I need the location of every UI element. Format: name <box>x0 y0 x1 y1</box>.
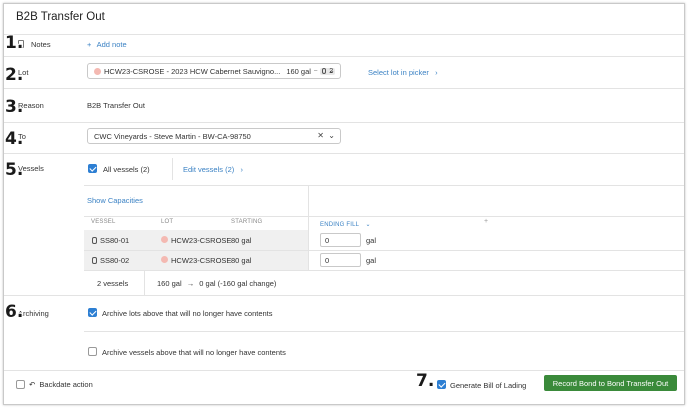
divider <box>172 158 173 180</box>
sort-icon: ⌄ <box>365 222 371 228</box>
to-select-value: CWC Vineyards - Steve Martin - BW-CA-987… <box>94 131 251 141</box>
lot-color-dot <box>161 256 168 263</box>
clear-icon[interactable]: ✕ <box>317 131 324 140</box>
step-marker: 3. <box>5 97 24 117</box>
divider <box>4 122 684 123</box>
chevron-down-icon[interactable]: ⌄ <box>328 131 335 140</box>
to-select[interactable]: CWC Vineyards - Steve Martin - BW-CA-987… <box>87 128 341 144</box>
divider <box>4 88 684 89</box>
show-capacities-link[interactable]: Show Capacities <box>87 196 143 205</box>
dialog-title: B2B Transfer Out <box>16 11 105 23</box>
table-row: SS80-01 HCW23-CSROSE 80 gal 0 gal <box>84 230 684 250</box>
divider <box>4 295 684 296</box>
divider <box>84 216 684 217</box>
reason-value: B2B Transfer Out <box>87 101 145 110</box>
column-header-lot: LOT <box>161 219 174 225</box>
chevron-down-icon: ⌄ <box>328 66 335 75</box>
divider <box>4 153 684 154</box>
step-marker: 4. <box>5 129 24 149</box>
step-marker: 2. <box>5 65 24 85</box>
archive-vessels-checkbox[interactable] <box>88 347 97 356</box>
volume-change-summary: 160 gal → 0 gal (-160 gal change) <box>157 279 277 288</box>
bill-of-lading-checkbox[interactable] <box>437 380 446 389</box>
divider <box>84 270 684 271</box>
lot-cell: HCW23-CSROSE <box>161 236 231 245</box>
lot-volume: 160 gal <box>286 66 311 76</box>
arrow-right-icon: → <box>186 279 195 288</box>
archive-lots-checkbox[interactable] <box>88 308 97 317</box>
select-lot-in-picker-link[interactable]: Select lot in picker › <box>368 68 438 77</box>
divider <box>144 271 145 295</box>
archive-lots-label: Archive lots above that will no longer h… <box>102 309 273 318</box>
add-column-icon[interactable]: + <box>484 218 488 225</box>
edit-vessels-link[interactable]: Edit vessels (2) › <box>183 165 243 174</box>
lot-cell: HCW23-CSROSE <box>161 256 231 265</box>
chevron-right-icon: › <box>240 165 244 174</box>
backdate-action[interactable]: ↶ Backdate action <box>29 380 93 389</box>
column-header-starting: STARTING <box>231 219 263 225</box>
divider <box>4 56 684 57</box>
record-transfer-button[interactable]: Record Bond to Bond Transfer Out <box>544 375 677 391</box>
bill-of-lading-label: Generate Bill of Lading <box>450 381 527 390</box>
undo-icon: ↶ <box>29 380 36 389</box>
lot-select-value: HCW23-CSROSE - 2023 HCW Cabernet Sauvign… <box>104 66 281 76</box>
all-vessels-checkbox[interactable] <box>88 164 97 173</box>
backdate-checkbox[interactable] <box>16 380 25 389</box>
column-header-ending-fill[interactable]: ENDING FILL ⌄ <box>320 219 370 228</box>
add-note-label: Add note <box>96 40 127 49</box>
add-note-button[interactable]: + Add note <box>87 40 127 49</box>
ending-fill-unit: gal <box>366 256 377 265</box>
vessel-count-summary: 2 vessels <box>97 279 129 288</box>
table-row: SS80-02 HCW23-CSROSE 80 gal 0 gal <box>84 250 684 270</box>
vessel-icon <box>322 68 327 74</box>
separator: – <box>313 68 318 74</box>
lot-color-dot <box>161 236 168 243</box>
step-marker: 1. <box>5 33 24 53</box>
ending-fill-input[interactable]: 0 <box>320 233 361 247</box>
step-marker: 6. <box>5 302 24 322</box>
ending-fill-unit: gal <box>366 236 377 245</box>
vessel-icon <box>92 237 97 244</box>
lot-color-dot <box>94 67 101 75</box>
step-marker: 5. <box>5 160 24 180</box>
divider <box>4 370 684 371</box>
lot-select[interactable]: HCW23-CSROSE - 2023 HCW Cabernet Sauvign… <box>87 63 341 79</box>
vessel-cell: SS80-02 <box>92 256 129 265</box>
chevron-right-icon: › <box>435 68 438 77</box>
plus-icon: + <box>87 40 92 49</box>
archive-vessels-label: Archive vessels above that will no longe… <box>102 348 286 357</box>
vessel-icon <box>92 257 97 264</box>
starting-cell: 80 gal <box>231 256 252 265</box>
divider <box>4 34 684 35</box>
step-marker: 7. <box>416 371 435 391</box>
vessel-cell: SS80-01 <box>92 236 129 245</box>
divider <box>84 185 684 186</box>
dialog: B2B Transfer Out Notes + Add note Lot HC… <box>3 3 685 405</box>
all-vessels-label: All vessels (2) <box>103 165 150 174</box>
notes-label: Notes <box>31 40 51 49</box>
ending-fill-input[interactable]: 0 <box>320 253 361 267</box>
starting-cell: 80 gal <box>231 236 252 245</box>
column-header-vessel: VESSEL <box>91 219 116 225</box>
divider <box>84 331 684 332</box>
